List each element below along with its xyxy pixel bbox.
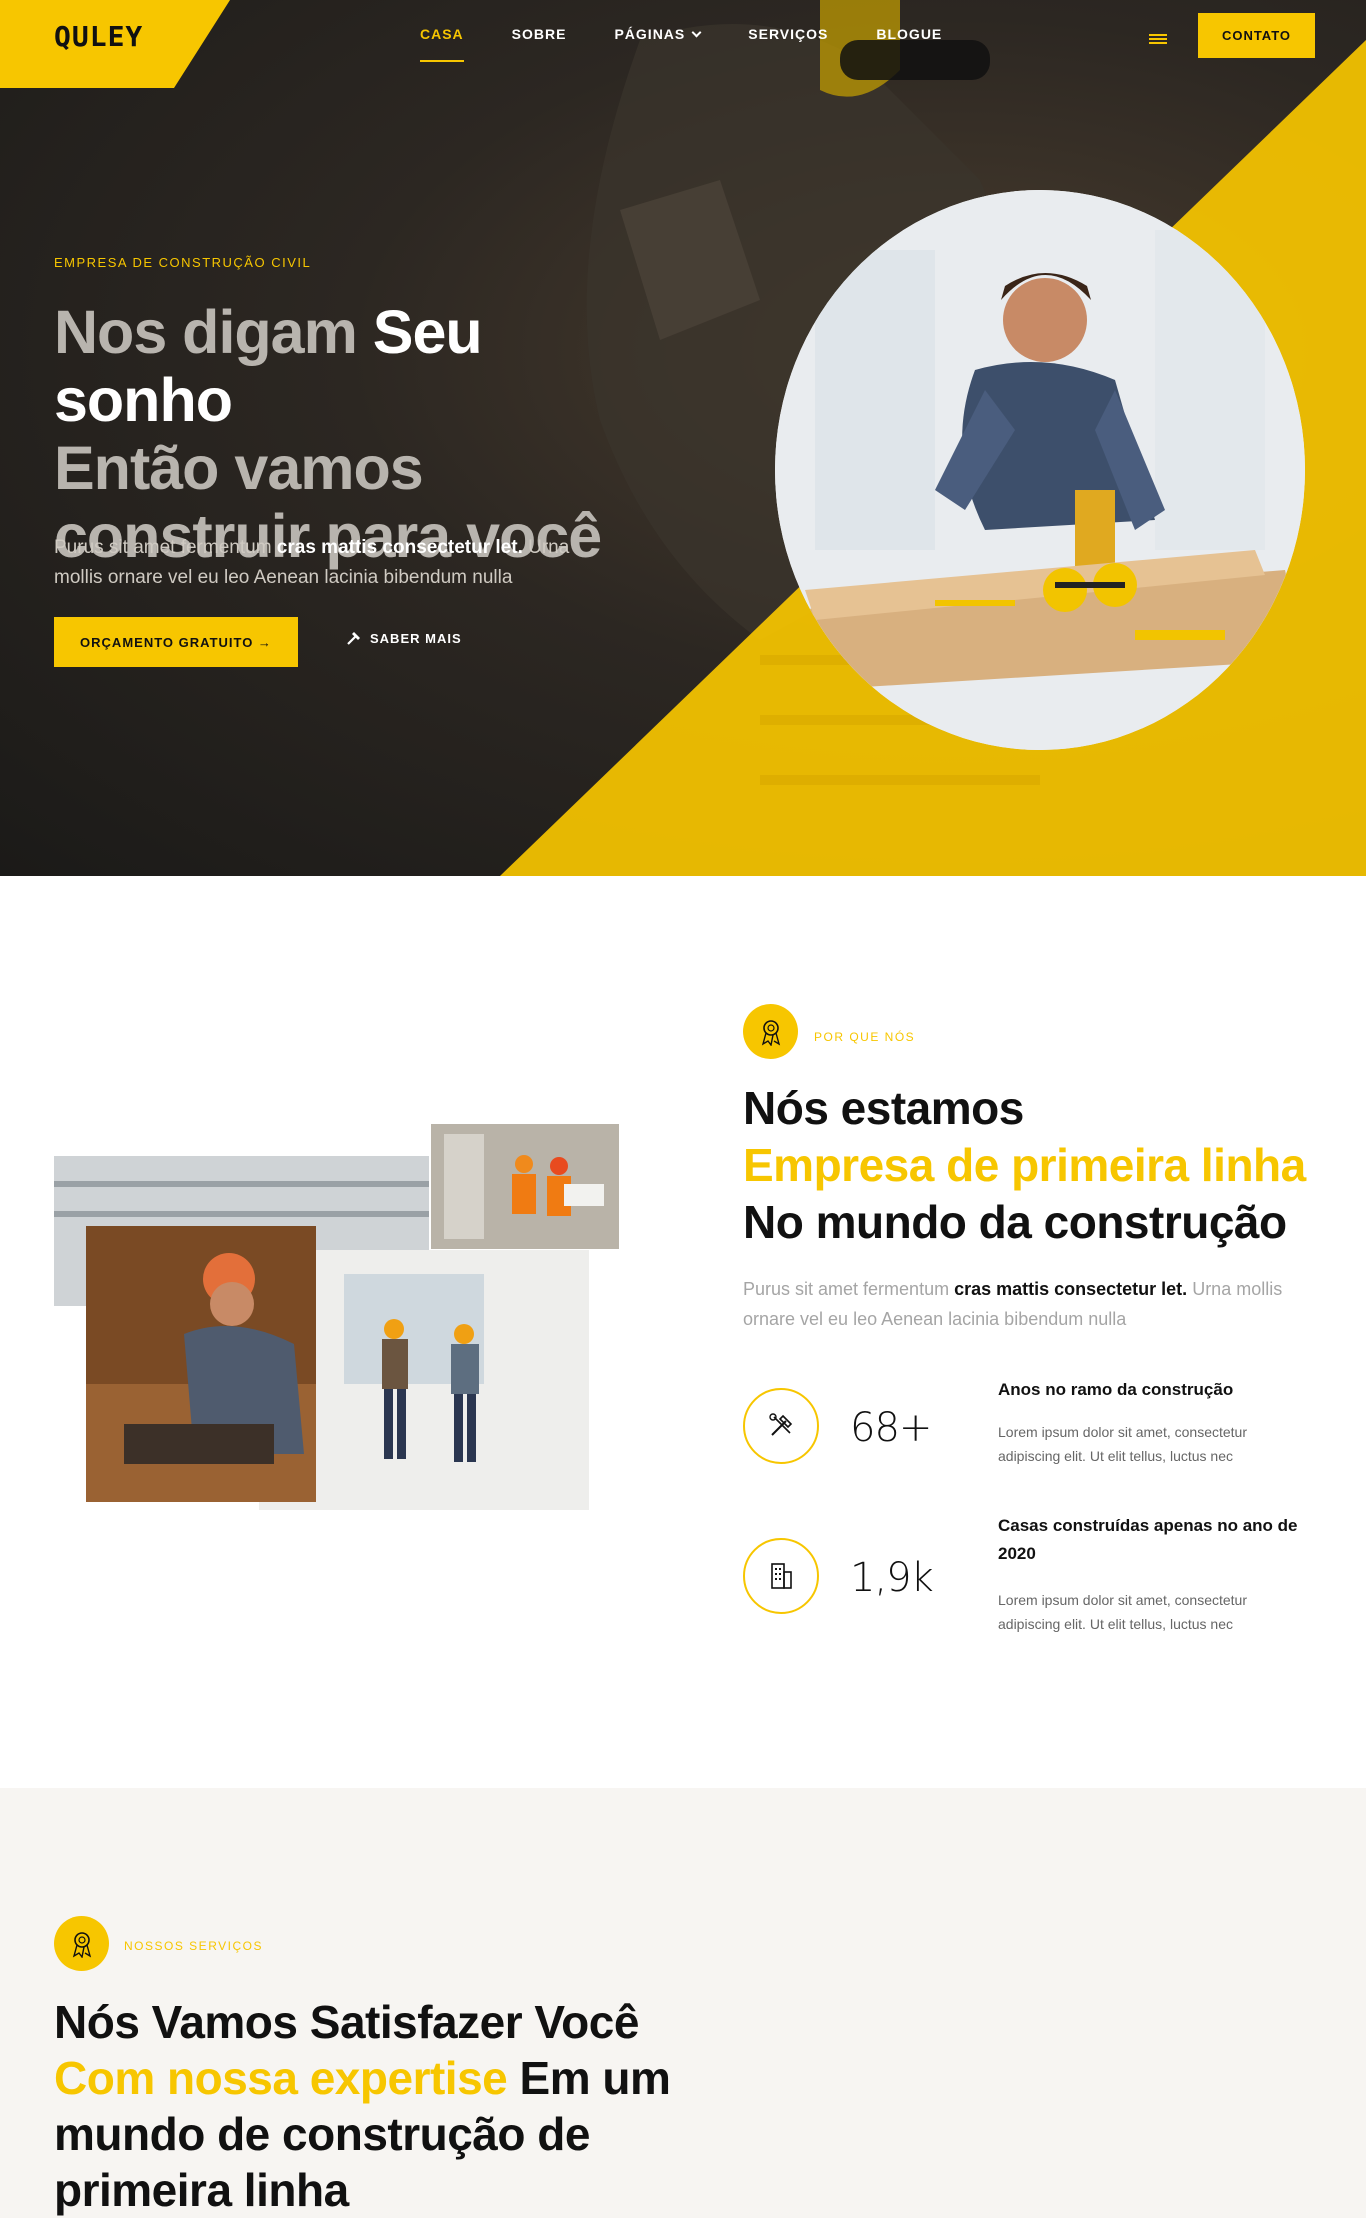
award-badge	[743, 1004, 798, 1059]
construction-collage	[54, 1124, 619, 1510]
chevron-down-icon	[691, 27, 702, 38]
logo[interactable]: QULEY	[54, 20, 143, 53]
award-icon	[761, 1019, 780, 1046]
learn-more-button[interactable]: SABER MAIS	[346, 630, 462, 646]
contact-button[interactable]: CONTATO	[1198, 13, 1315, 58]
about-text-bold: cras mattis consectetur let.	[954, 1279, 1188, 1299]
about-title-highlight: Empresa de primeira linha	[743, 1139, 1306, 1191]
stat-description: Lorem ipsum dolor sit amet, consectetur …	[998, 1592, 1247, 1632]
hero-title-part1: Nos digam	[54, 298, 373, 366]
free-quote-button[interactable]: ORÇAMENTO GRATUITO →	[54, 617, 298, 667]
services-title-part1: Nós Vamos Satisfazer Você	[54, 1996, 639, 2048]
stat-icon-ring	[743, 1388, 819, 1464]
nav-label: SERVIÇOS	[748, 26, 829, 42]
hero-text-part1: Purus sit amet fermentum	[54, 537, 277, 558]
nav-label: CASA	[420, 26, 464, 42]
stat-label: Anos no ramo da construção	[998, 1380, 1234, 1399]
learn-more-label: SABER MAIS	[370, 630, 462, 646]
hero-section: QULEY CASA SOBRE PÁGINAS SERVIÇOS BLOGUE…	[0, 0, 1366, 876]
stat-value: 68+	[850, 1405, 932, 1451]
hammer-icon	[347, 632, 360, 645]
nav-item-sobre[interactable]: SOBRE	[512, 26, 567, 42]
stat-value: 1,9k	[850, 1555, 934, 1601]
about-title-line1: Nós estamos	[743, 1082, 1024, 1134]
hero-text-bold: cras mattis consectetur let.	[276, 537, 523, 558]
hero-description: Purus sit amet fermentum cras mattis con…	[54, 533, 614, 593]
services-title-highlight: Com nossa expertise	[54, 2052, 508, 2104]
carpenter-photo	[775, 190, 1305, 750]
nav-label: BLOGUE	[876, 26, 943, 42]
about-description: Purus sit amet fermentum cras mattis con…	[743, 1274, 1303, 1334]
nav-item-paginas[interactable]: PÁGINAS	[614, 26, 702, 42]
building-icon	[771, 1563, 792, 1589]
stat-description: Lorem ipsum dolor sit amet, consectetur …	[998, 1424, 1247, 1464]
tools-icon	[769, 1413, 793, 1436]
nav-label: PÁGINAS	[614, 26, 686, 42]
nav-label: SOBRE	[511, 26, 567, 42]
nav-item-casa[interactable]: CASA	[420, 26, 464, 62]
about-text-part1: Purus sit amet fermentum	[743, 1279, 955, 1299]
hero-title: Nos digam Seu sonho Então vamos construi…	[54, 298, 674, 570]
main-nav: CASA SOBRE PÁGINAS SERVIÇOS BLOGUE	[420, 26, 990, 62]
services-title: Nós Vamos Satisfazer Você Com nossa expe…	[54, 1994, 674, 2218]
hero-eyebrow: EMPRESA DE CONSTRUÇÃO CIVIL	[54, 255, 312, 270]
about-title-line3: No mundo da construção	[743, 1196, 1287, 1248]
nav-item-servicos[interactable]: SERVIÇOS	[748, 26, 828, 42]
nav-item-blogue[interactable]: BLOGUE	[876, 26, 942, 42]
award-badge	[54, 1916, 109, 1971]
about-title: Nós estamos Empresa de primeira linha No…	[743, 1080, 1343, 1251]
stat-icon-ring	[743, 1538, 819, 1614]
award-icon	[72, 1931, 91, 1958]
about-eyebrow: POR QUE NÓS	[814, 1030, 916, 1044]
menu-icon[interactable]	[1149, 34, 1167, 44]
services-eyebrow: NOSSOS SERVIÇOS	[124, 1939, 263, 1953]
stat-label: Casas construídas apenas no ano de 2020	[998, 1516, 1298, 1563]
